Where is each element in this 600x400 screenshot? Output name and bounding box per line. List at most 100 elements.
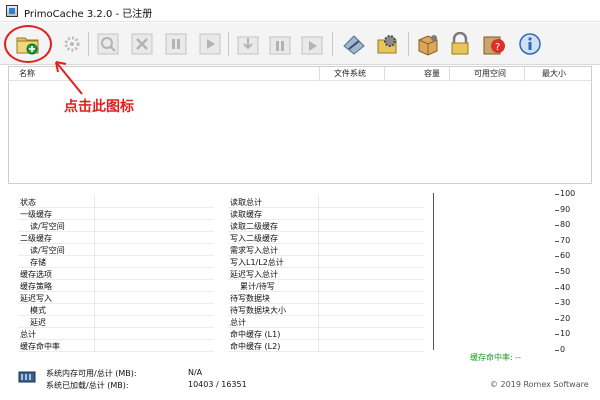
svg-text:?: ? xyxy=(495,42,500,53)
memory-loaded-label: 系统已加载/总计 (MB): xyxy=(46,381,129,390)
graph-y-label: 50 xyxy=(560,267,571,276)
stat-row: 待写数据块 xyxy=(228,292,424,304)
highlight-circle xyxy=(4,25,52,63)
search-icon xyxy=(96,32,120,56)
stat-row: 需求写入总计 xyxy=(228,244,424,256)
stat-row: 写入二级缓存 xyxy=(228,232,424,244)
graph-y-label: 40 xyxy=(560,282,571,292)
hit-rate-label: 缓存命中率: -- xyxy=(470,353,522,362)
play-icon xyxy=(198,32,222,56)
about-button[interactable] xyxy=(516,30,544,58)
memory-available-value: N/A xyxy=(188,368,203,377)
col-free-space[interactable]: 可用空间 xyxy=(474,68,506,80)
stat-label: 读取二级缓存 xyxy=(230,222,278,231)
graph-y-label: 20 xyxy=(560,313,571,323)
graph-y-label: 80 xyxy=(560,220,571,230)
app-icon xyxy=(6,5,18,17)
memory-icon xyxy=(18,368,36,386)
col-capacity[interactable]: 容量 xyxy=(424,68,440,80)
stat-row: 累计/待写 xyxy=(228,280,424,292)
stat-row: 总计 xyxy=(228,316,424,328)
play-button[interactable] xyxy=(196,30,224,58)
tools-button[interactable] xyxy=(340,30,368,58)
stat-label: 一级缓存 xyxy=(20,210,52,219)
stat-label: 待写数据块大小 xyxy=(230,306,286,315)
delete-icon xyxy=(130,32,154,56)
stat-label: 读/写空间 xyxy=(30,246,65,255)
stat-row: 读取总计 xyxy=(228,196,424,208)
stat-row: 命中缓存 (L2) xyxy=(228,340,424,352)
title-bar: PrimoCache 3.2.0 - 已注册 xyxy=(0,0,600,22)
stat-label: 状态 xyxy=(20,198,36,207)
annotation-arrow xyxy=(55,61,83,95)
hit-rate-graph xyxy=(433,193,558,350)
license-button[interactable] xyxy=(446,30,474,58)
stat-row: 读/写空间 xyxy=(18,244,214,256)
graph-y-label: 10 xyxy=(560,329,571,339)
stat-row: 一级缓存 xyxy=(18,208,214,220)
stat-label: 存储 xyxy=(30,258,46,267)
stat-label: 写入L1/L2总计 xyxy=(230,258,284,267)
stat-label: 缓存命中率 xyxy=(20,342,60,351)
package-button[interactable] xyxy=(414,30,442,58)
stat-row: 延迟写入总计 xyxy=(228,268,424,280)
help-icon: ? xyxy=(481,32,507,56)
stat-row: 写入L1/L2总计 xyxy=(228,256,424,268)
search-button[interactable] xyxy=(94,30,122,58)
play-group-icon xyxy=(300,32,324,56)
stat-row: 读/写空间 xyxy=(18,220,214,232)
annotation-text: 点击此图标 xyxy=(64,99,134,115)
lock-icon xyxy=(447,32,473,56)
col-filesystem[interactable]: 文件系统 xyxy=(334,68,366,80)
stat-label: 需求写入总计 xyxy=(230,246,278,255)
stat-row: 模式 xyxy=(18,304,214,316)
stat-label: 读取缓存 xyxy=(230,210,262,219)
graph-y-label: 100 xyxy=(560,189,576,198)
stat-label: 累计/待写 xyxy=(240,282,275,291)
graph-y-label: 60 xyxy=(560,251,571,261)
stat-label: 命中缓存 (L1) xyxy=(230,330,281,339)
stat-label: 二级缓存 xyxy=(20,234,52,243)
stat-row: 总计 xyxy=(18,328,214,340)
stat-label: 总计 xyxy=(20,330,36,339)
stat-label: 待写数据块 xyxy=(230,294,270,303)
help-button[interactable]: ? xyxy=(480,30,508,58)
stat-label: 读/写空间 xyxy=(30,222,65,231)
window-title: PrimoCache 3.2.0 - 已注册 xyxy=(24,9,153,20)
settings-button[interactable] xyxy=(374,30,402,58)
stat-row: 缓存策略 xyxy=(18,280,214,292)
info-icon xyxy=(518,32,542,56)
pause-group-icon xyxy=(268,32,292,56)
stat-row: 状态 xyxy=(18,196,214,208)
pause-button[interactable] xyxy=(162,30,190,58)
stat-label: 命中缓存 (L2) xyxy=(230,342,281,351)
graph-y-label: 70 xyxy=(560,235,571,245)
stat-label: 延迟写入 xyxy=(20,294,52,303)
col-name[interactable]: 名称 xyxy=(19,68,35,80)
settings-gear-icon xyxy=(375,32,401,56)
memory-loaded-value: 10403 / 16351 xyxy=(188,380,247,389)
graph-y-label: 30 xyxy=(560,298,571,308)
pause-icon xyxy=(164,32,188,56)
col-max-size[interactable]: 最大小 xyxy=(542,68,566,80)
wrench-icon xyxy=(341,32,367,56)
stat-row: 存储 xyxy=(18,256,214,268)
stat-row: 待写数据块大小 xyxy=(228,304,424,316)
stat-row: 延迟 xyxy=(18,316,214,328)
stat-label: 缓存选项 xyxy=(20,270,52,279)
play-group-button[interactable] xyxy=(298,30,326,58)
download-icon xyxy=(236,32,260,56)
stat-row: 命中缓存 (L1) xyxy=(228,328,424,340)
delete-button[interactable] xyxy=(128,30,156,58)
stat-row: 二级缓存 xyxy=(18,232,214,244)
graph-y-label: 0 xyxy=(560,345,566,354)
stat-row: 延迟写入 xyxy=(18,292,214,304)
stat-label: 模式 xyxy=(30,306,46,315)
download-button[interactable] xyxy=(234,30,262,58)
graph-y-label: 90 xyxy=(560,204,571,214)
package-icon xyxy=(415,32,441,56)
pause-group-button[interactable] xyxy=(266,30,294,58)
cache-options-button[interactable] xyxy=(58,30,86,58)
memory-available-label: 系统内存可用/总计 (MB): xyxy=(46,369,137,378)
stat-label: 延迟写入总计 xyxy=(230,270,278,279)
